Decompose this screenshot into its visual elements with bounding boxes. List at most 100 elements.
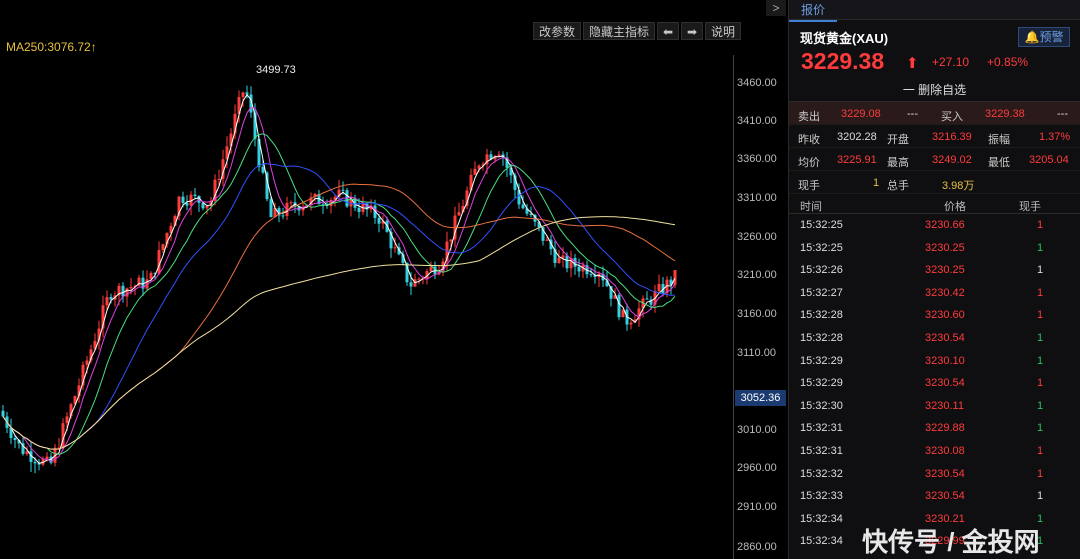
bid-ask-row: 卖出 3229.08 --- 买入 3229.38 ---: [789, 102, 1080, 125]
stats-row-2: 均价 3225.91 最高 3249.02 最低 3205.04: [789, 148, 1080, 171]
tick-time: 15:32:29: [800, 377, 843, 390]
price-axis-tick: 3160.00: [737, 308, 777, 320]
tick-time: 15:32:26: [800, 264, 843, 277]
low-label: 最低: [988, 157, 1010, 169]
buy-label: 买入: [941, 111, 963, 123]
candle-body: [589, 274, 593, 276]
change-amount: +27.10: [932, 55, 970, 69]
tick-row: 15:32:31 3229.88 1: [789, 417, 1080, 440]
tick-price: 3230.60: [925, 309, 965, 322]
candle-body: [269, 199, 273, 218]
price-axis-tick: 3410.00: [737, 115, 777, 127]
peak-price-label: 3499.73: [256, 64, 296, 76]
arrow-right-icon[interactable]: ➡: [681, 22, 704, 40]
tick-volume: 1: [1037, 377, 1044, 390]
tick-row: 15:32:32 3230.54 1: [789, 463, 1080, 486]
ma-line-short: [2, 93, 676, 464]
tick-time: 15:32:27: [800, 286, 843, 299]
price-axis-tick: 3360.00: [737, 153, 777, 165]
candle-body: [377, 217, 381, 224]
change-percent: +0.85%: [987, 55, 1029, 69]
avg-label: 均价: [798, 157, 820, 169]
buy-volume: ---: [1057, 108, 1068, 120]
candle-body: [565, 255, 569, 269]
amplitude-label: 振幅: [988, 134, 1010, 146]
candle-body: [65, 416, 69, 424]
tick-time: 15:32:33: [800, 490, 843, 503]
tick-row: 15:32:27 3230.42 1: [789, 282, 1080, 305]
price-axis-tick: 3210.00: [737, 269, 777, 281]
last-price: 3229.38: [801, 48, 885, 74]
tick-price: 3230.11: [925, 399, 964, 412]
tick-volume: 1: [1037, 219, 1044, 231]
candle-body: [417, 278, 421, 280]
tick-row: 15:32:25 3230.66 1: [789, 214, 1080, 237]
candle-body: [241, 92, 245, 97]
candle-body: [629, 322, 633, 325]
arrow-left-icon[interactable]: ⬅: [657, 22, 680, 40]
tick-volume: 1: [1037, 467, 1044, 480]
tick-price: 3230.54: [925, 490, 965, 503]
modify-params-button[interactable]: 改参数: [533, 22, 582, 40]
help-button[interactable]: 说明: [705, 22, 742, 40]
tick-price: 3230.25: [925, 241, 965, 254]
candle-body: [193, 194, 197, 196]
candle-body: [657, 283, 661, 291]
candle-body: [13, 438, 17, 441]
tick-volume: 1: [1037, 399, 1044, 412]
candlestick-chart[interactable]: [0, 0, 733, 559]
price-axis-tick: 3010.00: [737, 424, 777, 436]
kline-chart-panel[interactable]: 3499.73 MA250:3076.72↑ 改参数 隐藏主指标 ⬅ ➡ 说明 …: [0, 0, 788, 559]
tick-volume: 1: [1037, 444, 1044, 457]
tick-header-volume: 现手: [1019, 201, 1041, 213]
collapse-panel-icon[interactable]: >: [766, 0, 786, 16]
amplitude-value: 1.37%: [1039, 131, 1071, 143]
tick-header-time: 时间: [800, 201, 822, 213]
up-arrow-icon: ⬆: [906, 55, 919, 72]
tick-row: 15:32:26 3230.25 1: [789, 259, 1080, 282]
tab-quote[interactable]: 报价: [789, 0, 838, 22]
price-axis-tick: 3260.00: [737, 231, 777, 243]
remove-watchlist-button[interactable]: 一 删除自选: [789, 78, 1080, 102]
symbol-row: 现货黄金(XAU) 🔔预警: [789, 20, 1080, 47]
ma-line-5: [2, 106, 676, 462]
hide-indicators-button[interactable]: 隐藏主指标: [583, 22, 656, 40]
candle-body: [545, 239, 549, 241]
tick-time: 15:32:31: [800, 444, 843, 457]
candle-body: [473, 168, 477, 175]
candle-body: [645, 298, 649, 300]
tick-volume: 1: [1037, 490, 1044, 503]
candle-body: [617, 295, 621, 318]
candle-body: [561, 255, 565, 258]
candle-body: [557, 257, 561, 263]
candle-body: [181, 196, 185, 203]
tick-price: 3230.66: [925, 219, 965, 231]
candle-body: [1, 410, 5, 417]
candle-body: [161, 244, 165, 251]
candle-body: [33, 461, 37, 464]
tick-price: 3229.88: [925, 422, 965, 435]
tick-time: 15:32:28: [800, 309, 843, 322]
tick-row: 15:32:28 3230.60 1: [789, 304, 1080, 327]
tick-price: 3230.10: [925, 354, 965, 367]
ma-line-250: [2, 216, 676, 450]
symbol-name: 现货黄金(XAU): [800, 31, 889, 46]
tick-price: 3230.54: [925, 331, 965, 344]
candle-body: [457, 212, 461, 216]
tick-time: 15:32:25: [800, 219, 843, 231]
chart-toolbar: 改参数 隐藏主指标 ⬅ ➡ 说明: [533, 22, 743, 40]
current-price-tag: 3052.36: [735, 390, 786, 406]
alert-button[interactable]: 🔔预警: [1018, 27, 1070, 47]
tick-time: 15:32:28: [800, 331, 843, 344]
stats-row-1: 昨收 3202.28 开盘 3216.39 振幅 1.37%: [789, 125, 1080, 148]
tick-volume: 1: [1037, 241, 1044, 254]
tick-list[interactable]: 15:32:25 3230.66 1 15:32:25 3230.25 1 15:32:26…: [789, 214, 1080, 553]
current-volume-label: 现手: [798, 180, 820, 192]
candle-body: [105, 297, 109, 306]
tick-volume: 1: [1037, 286, 1044, 299]
tick-price: 3230.54: [925, 377, 965, 390]
candle-body: [577, 266, 581, 272]
candle-body: [121, 285, 125, 297]
quote-tab-bar: 报价: [789, 0, 1080, 22]
tick-price: 3230.54: [925, 467, 965, 480]
